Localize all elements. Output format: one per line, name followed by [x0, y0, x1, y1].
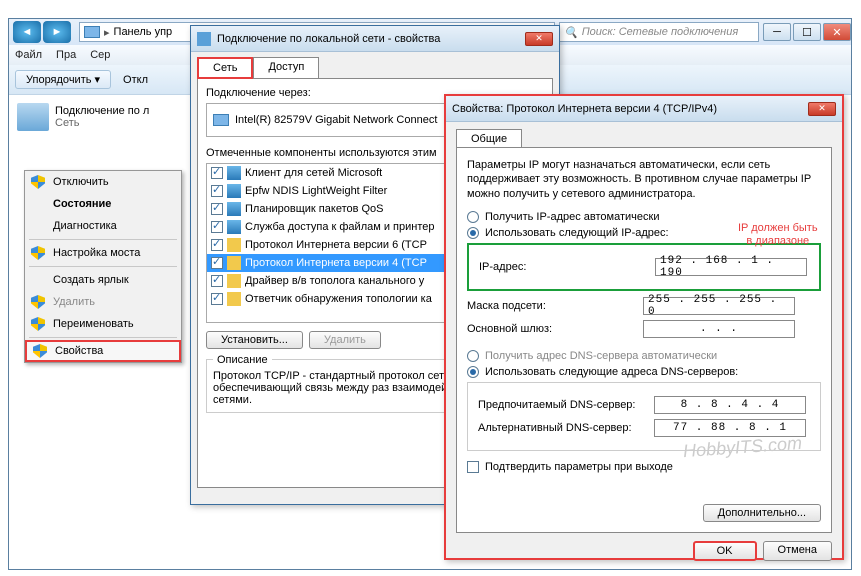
menu-services[interactable]: Сер [90, 49, 110, 61]
checkbox[interactable] [211, 185, 223, 197]
connection-title: Подключение по л [55, 105, 149, 117]
shield-icon [31, 175, 45, 189]
ctx-status[interactable]: Состояние [25, 193, 181, 215]
folder-icon [84, 26, 100, 38]
ctx-shortcut[interactable]: Создать ярлык [25, 269, 181, 291]
radio-icon[interactable] [467, 227, 479, 239]
gateway-label: Основной шлюз: [467, 323, 643, 335]
dns-group: Предпочитаемый DNS-сервер: 8 . 8 . 4 . 4… [467, 382, 821, 451]
tab-access[interactable]: Доступ [253, 57, 319, 79]
protocol-icon [227, 238, 241, 252]
connections-pane: Подключение по л Сеть [9, 95, 184, 139]
shield-icon [31, 317, 45, 331]
shield-icon [31, 295, 45, 309]
shield-icon [33, 344, 47, 358]
disable-device-button[interactable]: Откл [123, 74, 148, 86]
tab-network[interactable]: Сеть [197, 57, 253, 79]
ip-address-label: IP-адрес: [479, 261, 655, 273]
tab-general[interactable]: Общие [456, 129, 522, 148]
checkbox[interactable] [211, 239, 223, 251]
preferred-dns-label: Предпочитаемый DNS-сервер: [478, 399, 654, 411]
subnet-mask-label: Маска подсети: [467, 300, 643, 312]
install-button[interactable]: Установить... [206, 331, 303, 349]
confirm-label: Подтвердить параметры при выходе [485, 461, 673, 473]
dialog-title: Свойства: Протокол Интернета версии 4 (T… [452, 103, 717, 115]
minimize-button[interactable]: ─ [763, 23, 791, 41]
close-button[interactable]: ✕ [823, 23, 851, 41]
ctx-rename[interactable]: Переименовать [25, 313, 181, 335]
client-icon [227, 166, 241, 180]
remove-button[interactable]: Удалить [309, 331, 381, 349]
radio-icon[interactable] [467, 366, 479, 378]
search-icon: 🔍 [564, 26, 578, 39]
dialog-titlebar: Подключение по локальной сети - свойства… [191, 26, 559, 52]
confirm-checkbox-row[interactable]: Подтвердить параметры при выходе [467, 461, 821, 473]
filter-icon [227, 184, 241, 198]
close-button[interactable]: ✕ [525, 32, 553, 46]
connection-subtitle: Сеть [55, 117, 149, 129]
checkbox[interactable] [211, 203, 223, 215]
adapter-name: Intel(R) 82579V Gigabit Network Connect [235, 114, 437, 126]
forward-button[interactable]: ► [43, 21, 71, 43]
gateway-field[interactable]: . . . [643, 320, 795, 338]
annotation-note: IP должен быть в диапазоне [738, 222, 818, 248]
ip-address-field[interactable]: 192 . 168 . 1 . 190 [655, 258, 807, 276]
ctx-bridge[interactable]: Настройка моста [25, 242, 181, 264]
preferred-dns-field[interactable]: 8 . 8 . 4 . 4 [654, 396, 806, 414]
advanced-button[interactable]: Дополнительно... [703, 504, 821, 522]
ctx-diagnose[interactable]: Диагностика [25, 215, 181, 237]
ok-button[interactable]: OK [693, 541, 757, 561]
description-title: Описание [213, 354, 272, 366]
qos-icon [227, 202, 241, 216]
cancel-button[interactable]: Отмена [763, 541, 832, 561]
menu-edit[interactable]: Пра [56, 49, 76, 61]
dialog-title: Подключение по локальной сети - свойства [217, 33, 440, 45]
ctx-disable[interactable]: Отключить [25, 171, 181, 193]
ip-address-group: IP-адрес: 192 . 168 . 1 . 190 [467, 243, 821, 291]
alternate-dns-field[interactable]: 77 . 88 . 8 . 1 [654, 419, 806, 437]
network-adapter-icon [17, 103, 49, 131]
fileshare-icon [227, 220, 241, 234]
radio-icon[interactable] [467, 211, 479, 223]
search-input[interactable]: 🔍 Поиск: Сетевые подключения [559, 22, 759, 42]
maximize-button[interactable]: ☐ [793, 23, 821, 41]
close-button[interactable]: ✕ [808, 102, 836, 116]
ctx-properties[interactable]: Свойства [25, 340, 181, 362]
radio-use-dns[interactable]: Использовать следующие адреса DNS-сервер… [467, 366, 821, 378]
menu-file[interactable]: Файл [15, 49, 42, 61]
subnet-mask-field[interactable]: 255 . 255 . 255 . 0 [643, 297, 795, 315]
driver-icon [227, 274, 241, 288]
radio-auto-dns: Получить адрес DNS-сервера автоматически [467, 350, 821, 362]
context-menu: Отключить Состояние Диагностика Настройк… [24, 170, 182, 363]
shield-icon [31, 246, 45, 260]
search-placeholder: Поиск: Сетевые подключения [582, 26, 739, 38]
radio-icon [467, 350, 479, 362]
alternate-dns-label: Альтернативный DNS-сервер: [478, 422, 654, 434]
ctx-delete[interactable]: Удалить [25, 291, 181, 313]
breadcrumb[interactable]: Панель упр [114, 26, 173, 38]
network-icon [197, 32, 211, 46]
back-button[interactable]: ◄ [13, 21, 41, 43]
responder-icon [227, 292, 241, 306]
checkbox[interactable] [467, 461, 479, 473]
dialog-titlebar: Свойства: Протокол Интернета версии 4 (T… [446, 96, 842, 122]
ipv4-properties-dialog: Свойства: Протокол Интернета версии 4 (T… [444, 94, 844, 560]
protocol-icon [227, 256, 241, 270]
checkbox[interactable] [211, 293, 223, 305]
chevron-right-icon: ▸ [104, 26, 110, 39]
checkbox[interactable] [211, 167, 223, 179]
checkbox[interactable] [211, 221, 223, 233]
organize-button[interactable]: Упорядочить ▾ [15, 70, 111, 89]
connection-item[interactable]: Подключение по л Сеть [9, 101, 184, 133]
checkbox[interactable] [211, 275, 223, 287]
info-text: Параметры IP могут назначаться автоматич… [467, 158, 821, 201]
checkbox[interactable] [211, 257, 223, 269]
adapter-icon [213, 114, 229, 126]
